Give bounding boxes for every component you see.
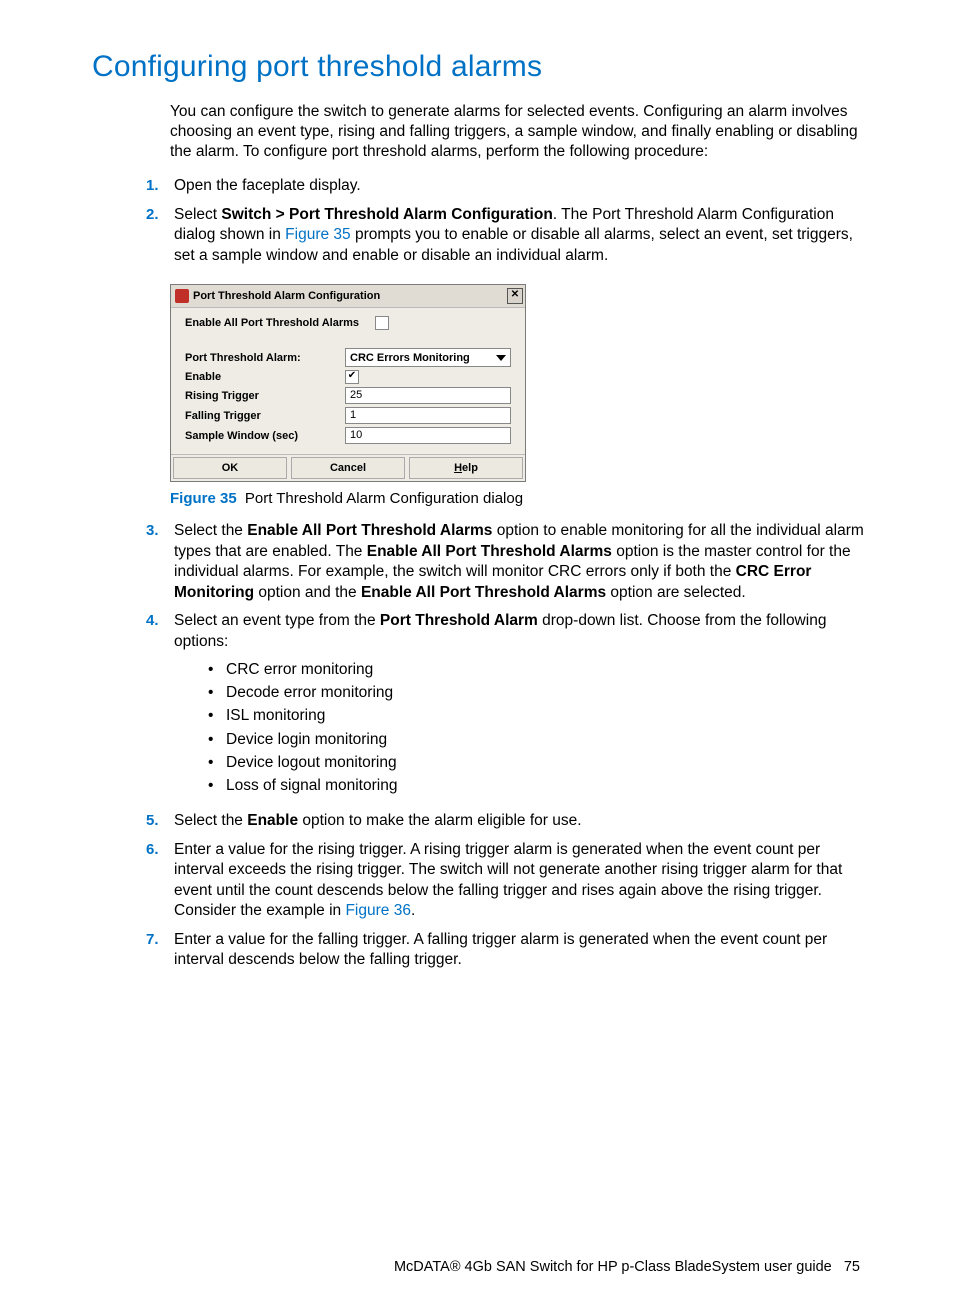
rising-trigger-label: Rising Trigger	[185, 390, 345, 402]
page-number: 75	[844, 1259, 860, 1275]
port-threshold-dialog: Port Threshold Alarm Configuration ✕ Ena…	[170, 284, 526, 482]
step-number: 4.	[146, 611, 159, 631]
t: Enable All Port Threshold Alarms	[247, 522, 492, 539]
step-5: 5. Select the Enable option to make the …	[146, 811, 864, 839]
falling-trigger-input[interactable]: 1	[345, 407, 511, 424]
enable-all-label: Enable All Port Threshold Alarms	[185, 317, 375, 329]
step-1: 1. Open the faceplate display.	[146, 176, 864, 204]
t: Enable	[247, 812, 298, 829]
enable-label: Enable	[185, 371, 345, 383]
help-accelerator: H	[454, 462, 462, 474]
t: Enable All Port Threshold Alarms	[361, 584, 606, 601]
app-icon	[175, 289, 189, 303]
rising-trigger-input[interactable]: 25	[345, 387, 511, 404]
step-number: 2.	[146, 205, 159, 225]
step-2-bold: Switch > Port Threshold Alarm Configurat…	[221, 206, 552, 223]
figure-35-link[interactable]: Figure 35	[285, 226, 350, 243]
help-rest: elp	[462, 462, 478, 474]
step-2: 2. Select Switch > Port Threshold Alarm …	[146, 205, 864, 274]
page-footer: McDATA® 4Gb SAN Switch for HP p-Class Bl…	[92, 1259, 864, 1275]
option-isl: ISL monitoring	[208, 704, 864, 727]
t: Select an event type from the	[174, 612, 380, 629]
figure-caption-text: Port Threshold Alarm Configuration dialo…	[241, 490, 523, 507]
enable-all-checkbox[interactable]	[375, 316, 389, 330]
t: Port Threshold Alarm	[380, 612, 538, 629]
t: Select the	[174, 522, 247, 539]
option-decode: Decode error monitoring	[208, 681, 864, 704]
option-login: Device login monitoring	[208, 728, 864, 751]
chevron-down-icon	[496, 355, 506, 361]
step-3: 3. Select the Enable All Port Threshold …	[146, 521, 864, 611]
port-threshold-alarm-label: Port Threshold Alarm:	[185, 352, 345, 364]
enable-checkbox[interactable]: ✔	[345, 370, 359, 384]
t: option and the	[254, 584, 361, 601]
falling-trigger-label: Falling Trigger	[185, 410, 345, 422]
step-number: 3.	[146, 521, 159, 541]
figure-35-caption: Figure 35 Port Threshold Alarm Configura…	[170, 490, 864, 507]
sample-window-label: Sample Window (sec)	[185, 430, 345, 442]
step-1-text: Open the faceplate display.	[174, 177, 361, 194]
t: option are selected.	[606, 584, 746, 601]
cancel-button[interactable]: Cancel	[291, 457, 405, 479]
close-icon[interactable]: ✕	[507, 288, 523, 304]
help-button[interactable]: Help	[409, 457, 523, 479]
t: option to make the alarm eligible for us…	[298, 812, 581, 829]
step-7-text: Enter a value for the falling trigger. A…	[174, 931, 827, 968]
step-number: 7.	[146, 930, 159, 950]
t: .	[411, 902, 415, 919]
step-number: 1.	[146, 176, 159, 196]
step-4: 4. Select an event type from the Port Th…	[146, 611, 864, 811]
page-heading: Configuring port threshold alarms	[92, 50, 864, 84]
step-2-pre: Select	[174, 206, 221, 223]
figure-label: Figure 35	[170, 490, 237, 507]
t: Enter a value for the rising trigger. A …	[174, 841, 842, 919]
t: Enable All Port Threshold Alarms	[367, 543, 612, 560]
ok-button[interactable]: OK	[173, 457, 287, 479]
footer-text: McDATA® 4Gb SAN Switch for HP p-Class Bl…	[394, 1259, 832, 1275]
option-crc: CRC error monitoring	[208, 658, 864, 681]
option-los: Loss of signal monitoring	[208, 774, 864, 797]
step-6: 6. Enter a value for the rising trigger.…	[146, 840, 864, 930]
sample-window-input[interactable]: 10	[345, 427, 511, 444]
dialog-title: Port Threshold Alarm Configuration	[193, 290, 507, 302]
step-number: 5.	[146, 811, 159, 831]
figure-36-link[interactable]: Figure 36	[345, 902, 410, 919]
intro-paragraph: You can configure the switch to generate…	[170, 102, 864, 162]
option-logout: Device logout monitoring	[208, 751, 864, 774]
dropdown-value: CRC Errors Monitoring	[350, 352, 470, 364]
t: Select the	[174, 812, 247, 829]
step-7: 7. Enter a value for the falling trigger…	[146, 930, 864, 979]
dialog-titlebar: Port Threshold Alarm Configuration ✕	[171, 285, 525, 308]
port-threshold-alarm-dropdown[interactable]: CRC Errors Monitoring	[345, 348, 511, 367]
step-number: 6.	[146, 840, 159, 860]
